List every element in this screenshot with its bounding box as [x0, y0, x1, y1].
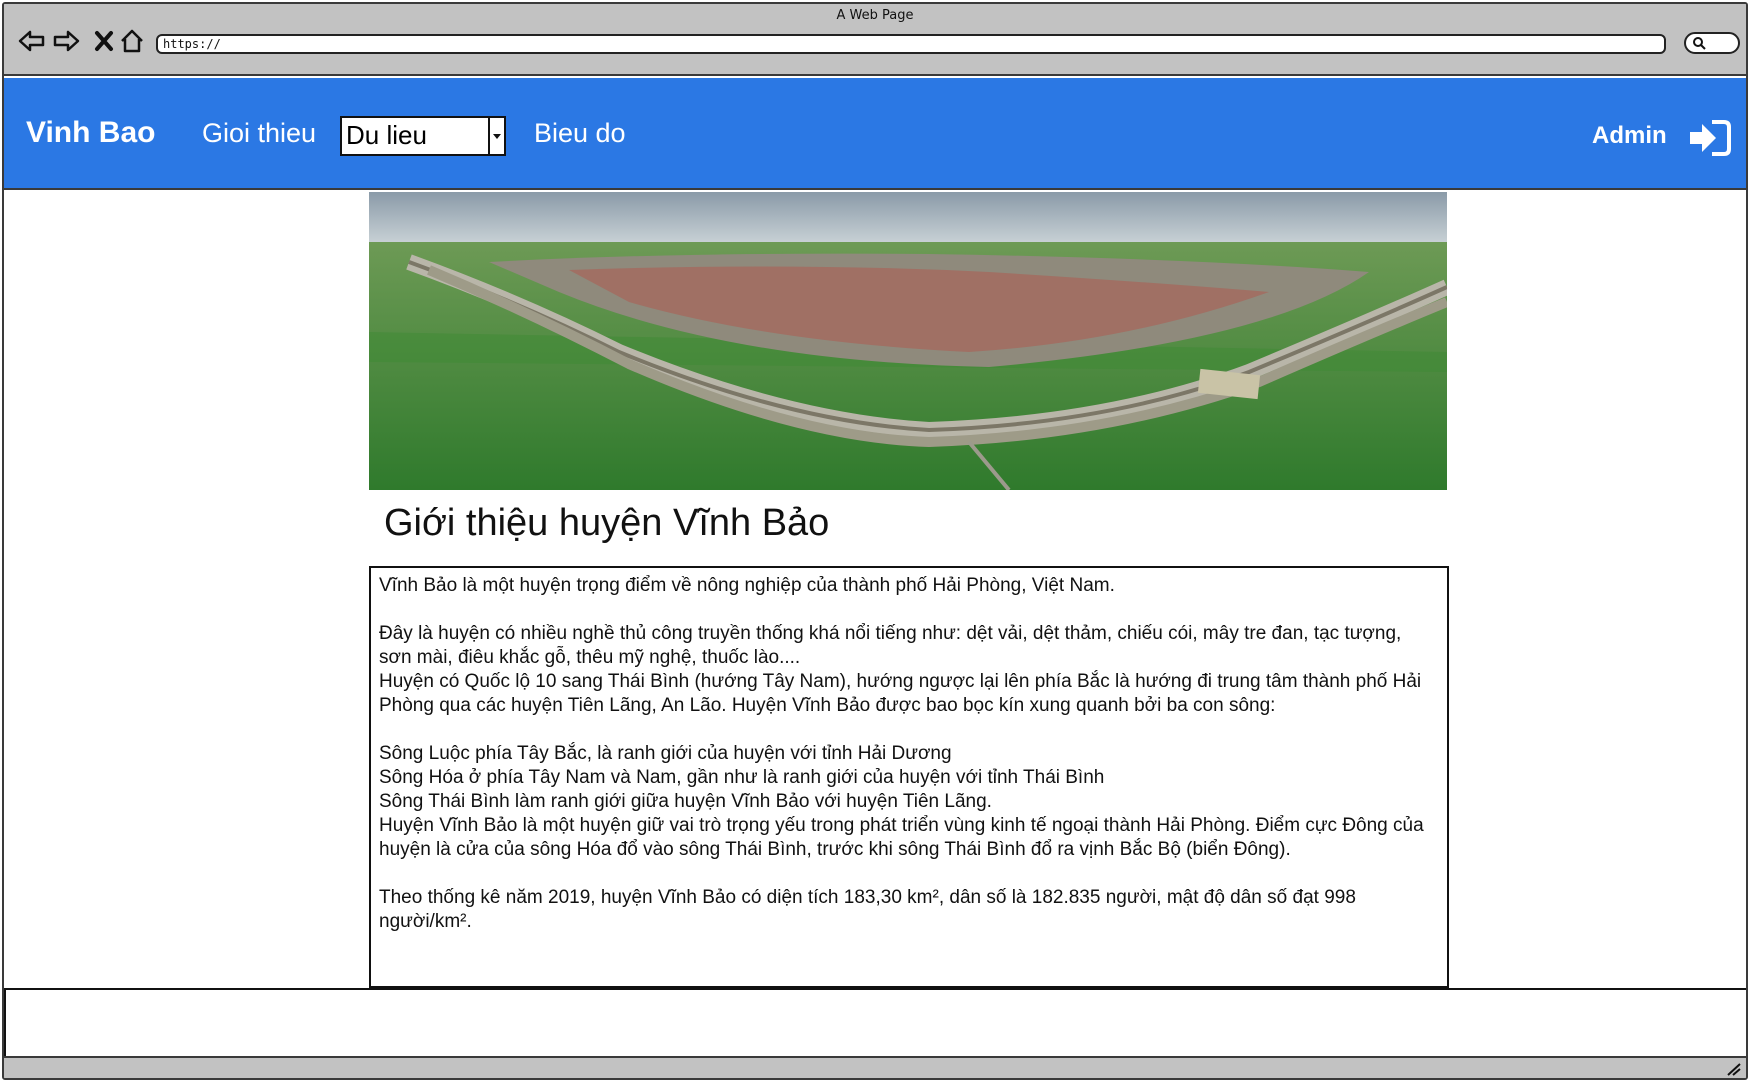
data-dropdown-value: Du lieu: [346, 120, 427, 150]
admin-link[interactable]: Admin: [1592, 122, 1667, 150]
home-icon[interactable]: [116, 26, 148, 56]
window-title: A Web Page: [836, 8, 914, 23]
nav-link-intro[interactable]: Gioi thieu: [202, 118, 316, 149]
top-navigation-bar: Vinh Bao Gioi thieu Du lieu Bieu do Admi…: [4, 78, 1746, 190]
intro-paragraph: Sông Thái Bình làm ranh giới giữa huyện …: [379, 791, 992, 812]
url-input[interactable]: https://: [156, 34, 1666, 54]
chevron-down-icon[interactable]: [488, 118, 504, 154]
resize-grip-icon[interactable]: [1726, 1062, 1742, 1076]
nav-link-chart[interactable]: Bieu do: [534, 118, 626, 149]
intro-text-area[interactable]: Vĩnh Bảo là một huyện trọng điểm về nông…: [369, 566, 1449, 988]
intro-paragraph: Vĩnh Bảo là một huyện trọng điểm về nông…: [379, 575, 1115, 596]
intro-paragraph: Sông Luộc phía Tây Bắc, là ranh giới của…: [379, 743, 952, 764]
sign-in-icon[interactable]: [1688, 118, 1732, 162]
browser-toolbar: A Web Page https://: [4, 4, 1746, 76]
page-title: Giới thiệu huyện Vĩnh Bảo: [384, 502, 830, 544]
hero-image: [369, 192, 1447, 490]
browser-status-bar: [4, 1056, 1746, 1078]
browser-search-field[interactable]: [1684, 32, 1740, 54]
intro-paragraph: Sông Hóa ở phía Tây Nam và Nam, gần như …: [379, 767, 1105, 788]
brand-logo-text[interactable]: Vinh Bao: [26, 116, 155, 150]
footer: [4, 988, 1746, 1058]
search-icon: [1693, 37, 1706, 50]
browser-window: A Web Page https:// Vinh Bao Gioi thieu …: [2, 2, 1748, 1080]
intro-paragraph: Huyện Vĩnh Bảo là một huyện giữ vai trò …: [379, 815, 1424, 860]
intro-paragraph: Đây là huyện có nhiều nghề thủ công truy…: [379, 623, 1402, 668]
intro-paragraph: Theo thống kê năm 2019, huyện Vĩnh Bảo c…: [379, 887, 1356, 932]
data-dropdown[interactable]: Du lieu: [340, 116, 506, 156]
intro-paragraph: Huyện có Quốc lộ 10 sang Thái Bình (hướn…: [379, 671, 1422, 716]
back-icon[interactable]: [16, 26, 48, 56]
forward-icon[interactable]: [50, 26, 82, 56]
